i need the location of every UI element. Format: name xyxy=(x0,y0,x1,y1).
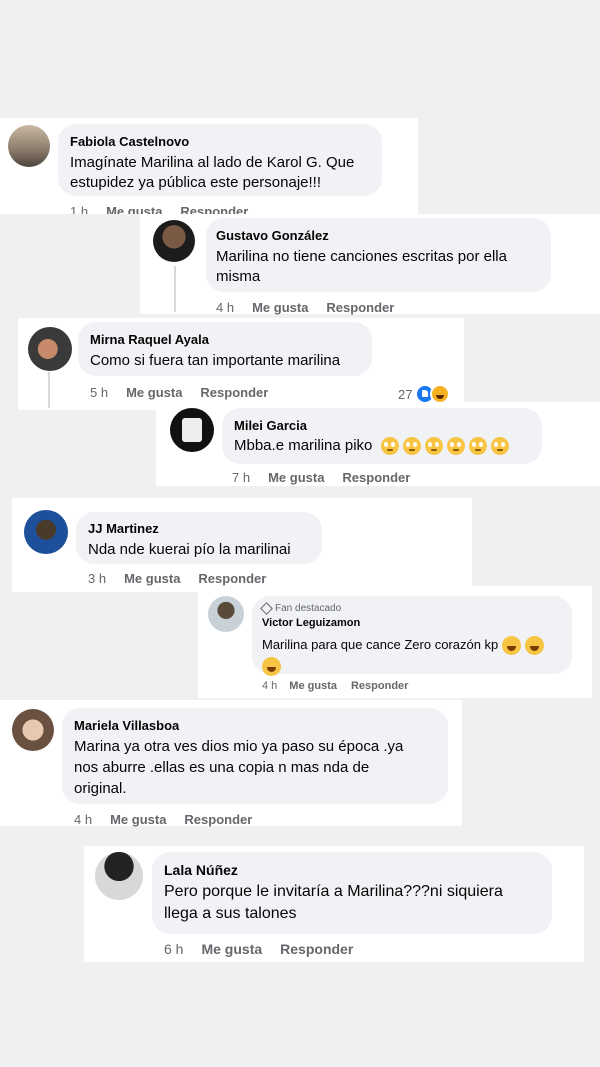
comment-time[interactable]: 4 h xyxy=(74,812,92,827)
commenter-name[interactable]: Mariela Villasboa xyxy=(74,718,436,733)
comment-bubble: Milei Garcia Mbba.e marilina piko xyxy=(222,408,542,464)
comment-time[interactable]: 6 h xyxy=(164,941,183,957)
avatar[interactable] xyxy=(208,596,244,632)
comment-time[interactable]: 4 h xyxy=(216,300,234,315)
comment-text: Marilina para que cance Zero corazón kp xyxy=(262,634,562,677)
emoji-row xyxy=(380,437,509,456)
comment-bubble: Gustavo González Marilina no tiene canci… xyxy=(206,218,551,292)
laughing-emoji xyxy=(501,636,521,656)
comment-text: misma xyxy=(216,268,261,285)
like-button[interactable]: Me gusta xyxy=(268,470,324,485)
reply-button[interactable]: Responder xyxy=(326,300,394,315)
comment-card: Lala Núñez Pero porque le invitaría a Ma… xyxy=(84,846,584,962)
like-button[interactable]: Me gusta xyxy=(252,300,308,315)
like-button[interactable]: Me gusta xyxy=(126,385,182,400)
reaction-summary[interactable]: 27 xyxy=(398,384,451,404)
comment-text-content: Marilina para que cance Zero corazón kp xyxy=(262,637,499,652)
comment-card: Fabiola Castelnovo Imagínate Marilina al… xyxy=(0,118,418,214)
reply-button[interactable]: Responder xyxy=(200,385,268,400)
avatar[interactable] xyxy=(24,510,68,554)
comment-bubble: JJ Martinez Nda nde kuerai pío la marili… xyxy=(76,512,322,564)
like-button[interactable]: Me gusta xyxy=(110,812,166,827)
comment-text: original. xyxy=(74,780,127,797)
avatar[interactable] xyxy=(95,852,143,900)
comment-bubble: Mirna Raquel Ayala Como si fuera tan imp… xyxy=(78,322,372,376)
like-button[interactable]: Me gusta xyxy=(106,204,162,214)
avatar-image xyxy=(182,418,202,442)
rolling-eyes-emoji xyxy=(468,437,487,456)
diamond-icon xyxy=(260,602,273,615)
thread-line xyxy=(174,266,176,312)
reply-button[interactable]: Responder xyxy=(198,571,266,586)
reply-button[interactable]: Responder xyxy=(180,204,248,214)
commenter-name[interactable]: Milei Garcia xyxy=(234,418,530,433)
laughing-emoji xyxy=(262,657,281,677)
commenter-name[interactable]: JJ Martinez xyxy=(88,521,310,536)
comment-bubble: Fan destacado Victor Leguizamon Marilina… xyxy=(252,596,572,677)
avatar[interactable] xyxy=(28,327,72,371)
comment-bubble: Fabiola Castelnovo Imagínate Marilina al… xyxy=(58,124,382,196)
comment-card: Milei Garcia Mbba.e marilina piko 7 h Me … xyxy=(156,402,600,486)
commenter-name[interactable]: Mirna Raquel Ayala xyxy=(90,332,360,347)
reply-button[interactable]: Responder xyxy=(351,680,408,692)
comment-text: Marilina no tiene canciones escritas por… xyxy=(216,248,507,265)
comment-card: Mariela Villasboa Marina ya otra ves dio… xyxy=(0,700,462,827)
comment-text: Nda nde kuerai pío la marilinai xyxy=(88,541,291,558)
comment-actions: 5 h Me gusta Responder xyxy=(90,385,286,400)
rolling-eyes-emoji xyxy=(424,437,443,456)
comment-card: JJ Martinez Nda nde kuerai pío la marili… xyxy=(12,498,472,592)
comment-time[interactable]: 3 h xyxy=(88,571,106,586)
comment-actions: 6 h Me gusta Responder xyxy=(164,941,371,957)
comment-card: Mirna Raquel Ayala Como si fuera tan imp… xyxy=(18,318,464,410)
reply-button[interactable]: Responder xyxy=(342,470,410,485)
comment-text: Como si fuera tan importante marilina xyxy=(90,352,341,369)
comment-text: Marina ya otra ves dios mio ya paso su é… xyxy=(74,738,404,755)
comment-time[interactable]: 4 h xyxy=(262,680,277,692)
comment-actions: 4 h Me gusta Responder xyxy=(74,812,270,827)
laughing-emoji xyxy=(524,636,544,656)
comment-text-content: Mbba.e marilina piko xyxy=(234,437,373,454)
avatar[interactable] xyxy=(170,408,214,452)
commenter-name[interactable]: Lala Núñez xyxy=(164,862,540,878)
rolling-eyes-emoji xyxy=(380,437,399,456)
like-button[interactable]: Me gusta xyxy=(289,680,337,692)
like-button[interactable]: Me gusta xyxy=(124,571,180,586)
comment-actions: 1 h Me gusta Responder xyxy=(70,204,266,214)
commenter-name[interactable]: Victor Leguizamon xyxy=(262,617,562,629)
comment-text: Imagínate Marilina al lado de Karol G. Q… xyxy=(70,154,355,171)
thread-line xyxy=(48,372,50,408)
like-button[interactable]: Me gusta xyxy=(201,941,262,957)
haha-icon xyxy=(430,384,451,404)
reply-button[interactable]: Responder xyxy=(184,812,252,827)
rolling-eyes-emoji xyxy=(402,437,421,456)
avatar[interactable] xyxy=(153,220,195,262)
avatar[interactable] xyxy=(12,709,54,751)
comment-text: nos aburre .ellas es una copia n mas nda… xyxy=(74,759,370,776)
commenter-name[interactable]: Gustavo González xyxy=(216,228,541,243)
reply-button[interactable]: Responder xyxy=(280,941,353,957)
commenter-name[interactable]: Fabiola Castelnovo xyxy=(70,134,370,149)
fan-badge: Fan destacado xyxy=(260,602,562,615)
badge-label: Fan destacado xyxy=(275,603,342,614)
comment-time[interactable]: 1 h xyxy=(70,204,88,214)
comment-time[interactable]: 7 h xyxy=(232,470,250,485)
rolling-eyes-emoji xyxy=(446,437,465,456)
comment-card: Gustavo González Marilina no tiene canci… xyxy=(140,214,600,315)
comment-text: Pero porque le invitaría a Marilina???ni… xyxy=(164,883,503,900)
comment-time[interactable]: 5 h xyxy=(90,385,108,400)
rolling-eyes-emoji xyxy=(490,437,509,456)
avatar[interactable] xyxy=(8,125,50,167)
comment-text: estupidez ya pública este personaje!!! xyxy=(70,174,321,191)
comment-actions: 4 h Me gusta Responder xyxy=(216,300,412,315)
comment-text: Mbba.e marilina piko xyxy=(234,437,530,456)
comment-card: Fan destacado Victor Leguizamon Marilina… xyxy=(198,586,592,698)
comment-bubble: Lala Núñez Pero porque le invitaría a Ma… xyxy=(152,852,552,934)
comment-bubble: Mariela Villasboa Marina ya otra ves dio… xyxy=(62,708,448,804)
reaction-count: 27 xyxy=(398,386,413,402)
comment-actions: 3 h Me gusta Responder xyxy=(88,571,284,586)
comment-actions: 7 h Me gusta Responder xyxy=(232,470,428,485)
comment-text: llega a sus talones xyxy=(164,905,297,922)
comment-actions: 4 h Me gusta Responder xyxy=(262,680,426,692)
